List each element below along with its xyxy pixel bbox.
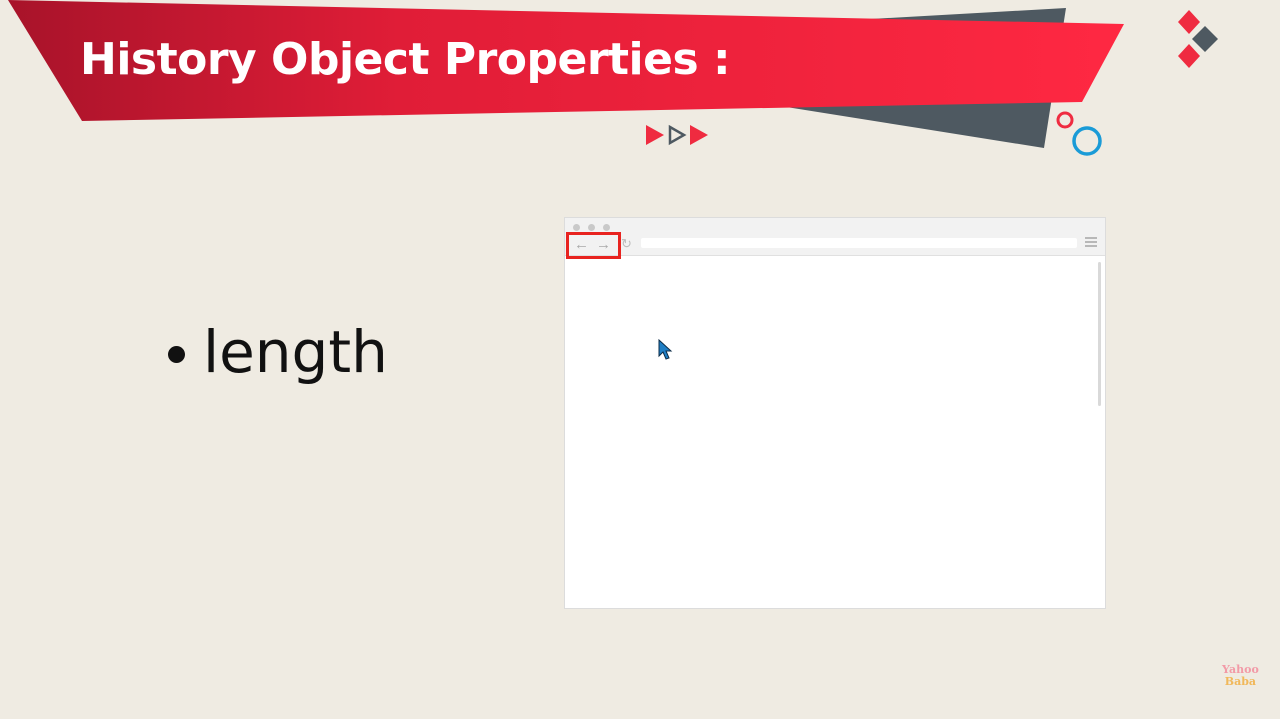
diamond-shapes-icon <box>1178 10 1218 68</box>
menu-icon[interactable] <box>1085 237 1097 249</box>
window-control-dot <box>573 224 580 231</box>
slide-title: History Object Properties : <box>80 34 731 85</box>
browser-toolbar: ← → ↻ <box>565 218 1105 256</box>
bullet-dot <box>168 345 185 363</box>
play-arrows-icon <box>646 124 708 146</box>
scrollbar-thumb[interactable] <box>1098 262 1101 406</box>
address-bar[interactable] <box>641 238 1077 248</box>
bullet-item: length <box>168 318 388 386</box>
browser-window-mockup: ← → ↻ <box>564 217 1106 609</box>
window-control-dot <box>588 224 595 231</box>
window-control-dot <box>603 224 610 231</box>
reload-icon[interactable]: ↻ <box>621 236 632 252</box>
circle-shapes-icon <box>1056 111 1102 156</box>
watermark-logo: Yahoo Baba <box>1222 663 1259 688</box>
bullet-text: length <box>203 318 388 386</box>
nav-buttons-highlight <box>566 232 621 259</box>
arrow-cursor-icon <box>658 339 673 360</box>
